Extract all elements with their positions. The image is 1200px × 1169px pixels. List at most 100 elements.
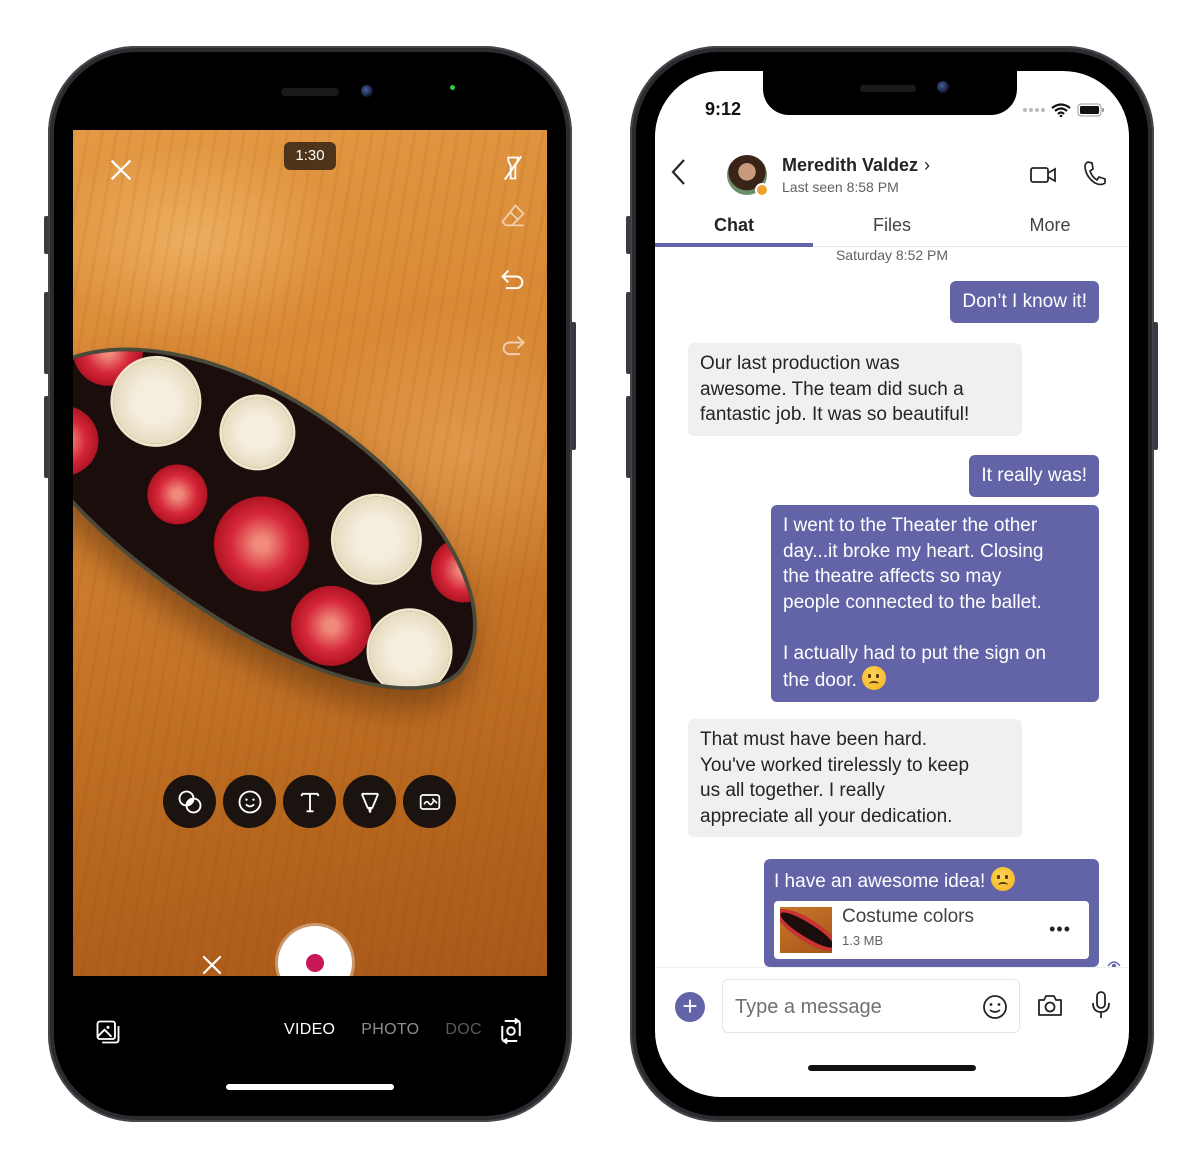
front-camera bbox=[361, 85, 373, 97]
camera-viewfinder[interactable]: 1:30 bbox=[73, 130, 547, 976]
microphone-button[interactable] bbox=[1091, 990, 1111, 1020]
whiteboard-button[interactable] bbox=[403, 775, 456, 828]
notch bbox=[763, 71, 1017, 115]
phone-bezel: 9:12 Meredith Valdez› Last seen 8:58 PM bbox=[636, 52, 1148, 1116]
message-line: fantastic job. It was so beautiful! bbox=[700, 404, 970, 425]
phone-icon bbox=[1084, 161, 1106, 186]
message-text: I have an awesome idea! bbox=[774, 871, 986, 892]
contact-name[interactable]: Meredith Valdez › bbox=[782, 155, 930, 176]
message-list[interactable]: Saturday 8:52 PM Don’t I know it! Our la… bbox=[655, 247, 1129, 969]
message-line: Our last production was bbox=[700, 353, 900, 374]
silent-switch bbox=[44, 216, 49, 254]
filters-icon bbox=[178, 790, 201, 813]
edit-toolbar bbox=[163, 775, 456, 828]
close-icon bbox=[202, 955, 222, 975]
undo-button[interactable] bbox=[499, 266, 527, 294]
whiteboard-icon bbox=[419, 793, 440, 810]
last-seen-status: Last seen 8:58 PM bbox=[782, 179, 899, 195]
date-divider: Saturday 8:52 PM bbox=[835, 247, 949, 263]
text-button[interactable] bbox=[283, 775, 336, 828]
back-button[interactable] bbox=[669, 157, 689, 187]
message-text: It really was! bbox=[981, 465, 1087, 486]
close-button[interactable] bbox=[107, 156, 135, 184]
audio-call-button[interactable] bbox=[1081, 159, 1107, 187]
volume-down-button bbox=[44, 396, 49, 478]
video-call-button[interactable] bbox=[1029, 163, 1057, 187]
file-info: Costume colors 1.3 MB bbox=[842, 906, 974, 954]
message-line: appreciate all your dedication. bbox=[700, 805, 953, 827]
redo-button[interactable] bbox=[499, 332, 527, 360]
mode-doc[interactable]: DOC bbox=[445, 1021, 481, 1039]
more-options-button[interactable]: ••• bbox=[1049, 917, 1071, 943]
filters-button[interactable] bbox=[163, 775, 216, 828]
flip-camera-button[interactable] bbox=[496, 1016, 526, 1046]
record-dot-icon bbox=[306, 954, 324, 972]
earpiece bbox=[281, 88, 339, 96]
wifi-icon bbox=[1051, 103, 1071, 117]
pen-button[interactable] bbox=[343, 775, 396, 828]
add-attachment-button[interactable]: + bbox=[675, 992, 705, 1022]
file-attachment-card[interactable]: Costume colors 1.3 MB ••• bbox=[774, 900, 1089, 959]
eraser-icon bbox=[501, 204, 525, 227]
message-input-box[interactable] bbox=[722, 979, 1020, 1033]
contact-name-text: Meredith Valdez bbox=[782, 155, 919, 175]
tab-files[interactable]: Files bbox=[813, 207, 971, 246]
discard-button[interactable] bbox=[199, 952, 225, 976]
message-bubble-incoming[interactable]: That must have been hard. You've worked … bbox=[688, 719, 1022, 837]
stickers-button[interactable] bbox=[223, 775, 276, 828]
tab-chat[interactable]: Chat bbox=[655, 207, 813, 247]
home-indicator[interactable] bbox=[226, 1084, 394, 1090]
recording-timer: 1:30 bbox=[284, 142, 336, 170]
emoji-button[interactable] bbox=[981, 993, 1009, 1021]
message-line: the door. bbox=[783, 670, 857, 691]
chevron-right-icon: › bbox=[924, 155, 931, 175]
gallery-button[interactable] bbox=[94, 1018, 122, 1046]
undo-icon bbox=[501, 269, 524, 290]
message-bubble-outgoing[interactable]: I went to the Theater the other day...it… bbox=[771, 505, 1099, 702]
stage: 1:30 VIDEO PHOTO DOC 9:12 Meredith Valde… bbox=[0, 0, 1200, 1169]
compose-bar: + bbox=[655, 967, 1129, 1033]
camera-in-use-indicator bbox=[450, 85, 455, 90]
message-bubble-outgoing[interactable]: Don’t I know it! bbox=[950, 281, 1099, 323]
capture-mode-selector: VIDEO PHOTO DOC bbox=[284, 1021, 482, 1039]
mode-video[interactable]: VIDEO bbox=[284, 1021, 335, 1039]
camera-icon bbox=[1038, 995, 1062, 1016]
mode-photo[interactable]: PHOTO bbox=[361, 1021, 419, 1039]
home-indicator[interactable] bbox=[808, 1065, 976, 1071]
gallery-icon bbox=[96, 1020, 120, 1044]
volume-up-button bbox=[44, 292, 49, 374]
shushing-smile-emoji-icon bbox=[990, 867, 1015, 891]
camera-bottom-bar: VIDEO PHOTO DOC bbox=[54, 976, 566, 1116]
message-line: the theatre affects so may bbox=[783, 566, 1002, 587]
message-bubble-incoming[interactable]: Our last production was awesome. The tea… bbox=[688, 343, 1022, 436]
camera-screen: 1:30 VIDEO PHOTO DOC bbox=[54, 52, 566, 1116]
away-status-icon bbox=[755, 183, 769, 197]
message-input[interactable] bbox=[735, 992, 965, 1022]
volume-up-button bbox=[626, 292, 631, 374]
earpiece bbox=[860, 85, 916, 92]
message-line-with-emoji: the door. bbox=[783, 666, 1087, 694]
power-button bbox=[571, 322, 576, 450]
microphone-icon bbox=[1092, 991, 1110, 1018]
cellular-signal-icon bbox=[1023, 108, 1045, 112]
chat-tabs: Chat Files More bbox=[655, 207, 1129, 247]
message-line: That must have been hard. bbox=[700, 729, 928, 750]
redo-icon bbox=[502, 335, 525, 356]
chat-screen: 9:12 Meredith Valdez› Last seen 8:58 PM bbox=[655, 71, 1129, 1097]
flashlight-button[interactable] bbox=[499, 154, 527, 182]
message-bubble-outgoing-with-attachment[interactable]: I have an awesome idea! Costume colors 1… bbox=[764, 859, 1099, 967]
camera-button[interactable] bbox=[1036, 992, 1064, 1018]
pen-icon bbox=[360, 792, 379, 813]
sticker-smile-icon bbox=[238, 790, 261, 813]
eraser-button[interactable] bbox=[499, 202, 527, 230]
flip-camera-icon bbox=[501, 1017, 521, 1045]
chevron-left-icon bbox=[671, 159, 685, 185]
file-thumbnail bbox=[780, 906, 832, 953]
message-bubble-outgoing[interactable]: It really was! bbox=[969, 455, 1099, 497]
crying-sad-emoji-icon bbox=[862, 666, 887, 690]
smiley-icon bbox=[983, 995, 1007, 1019]
tab-more[interactable]: More bbox=[971, 207, 1129, 246]
phone-camera: 1:30 VIDEO PHOTO DOC bbox=[44, 46, 576, 1122]
flashlight-off-icon bbox=[503, 155, 523, 181]
video-camera-icon bbox=[1030, 167, 1056, 183]
